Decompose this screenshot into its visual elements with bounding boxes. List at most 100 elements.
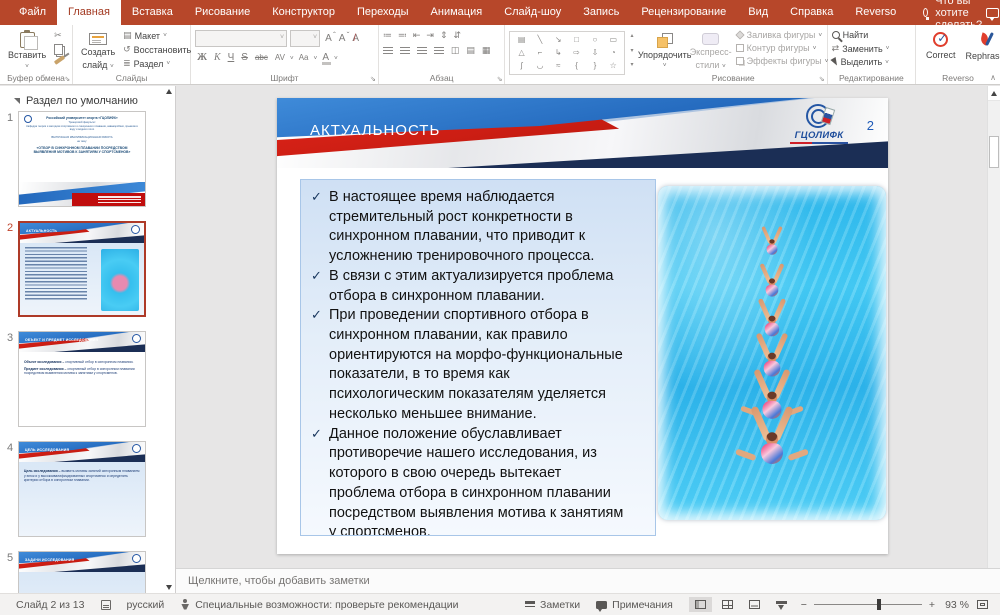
shape-block-arc-icon[interactable]: ◔ [611, 49, 616, 57]
clipboard-dialog-launcher[interactable]: ⇘ [64, 75, 70, 83]
tab-record[interactable]: Запись [572, 0, 630, 25]
font-dialog-launcher[interactable]: ⇘ [370, 75, 376, 83]
language-status[interactable]: русский [119, 599, 173, 611]
slide-thumbnail-3[interactable]: ОБЪЕКТ И ПРЕДМЕТ ИССЛЕДОВАНИЯ Объект исс… [18, 331, 146, 427]
shapes-gallery-more-icon[interactable]: ▾ [630, 61, 633, 68]
drawing-dialog-launcher[interactable]: ⇘ [819, 75, 825, 83]
shape-outline-button[interactable]: Контур фигуры˅ [736, 43, 829, 53]
shape-right-arrow-icon[interactable]: ⇨ [573, 49, 580, 57]
slide-title[interactable]: АКТУАЛЬНОСТЬ [310, 122, 440, 139]
slideshow-view-button[interactable] [770, 598, 793, 612]
select-button[interactable]: Выделить˅ [832, 57, 890, 67]
slide-thumbnail-5[interactable]: ЗАДАЧИ ИССЛЕДОВАНИЯ [18, 551, 146, 593]
section-header[interactable]: Раздел по умолчанию [0, 86, 175, 111]
bold-icon[interactable]: Ж [195, 51, 209, 65]
tab-file[interactable]: Файл [8, 0, 57, 25]
cut-icon[interactable]: ✂ [54, 30, 65, 41]
shape-arc-icon[interactable]: ◡ [536, 62, 543, 70]
tab-review[interactable]: Рецензирование [630, 0, 737, 25]
canvas-scrollbar[interactable] [987, 86, 1000, 568]
scroll-down-icon[interactable] [166, 585, 172, 590]
tab-view[interactable]: Вид [737, 0, 779, 25]
font-size-combobox[interactable] [290, 30, 320, 47]
paragraph-dialog-launcher[interactable]: ⇘ [497, 75, 503, 83]
zoom-slider[interactable] [814, 604, 922, 605]
tab-reverso[interactable]: Reverso [844, 0, 907, 25]
text-shadow-icon[interactable]: abc [253, 51, 270, 65]
zoom-out-icon[interactable]: − [801, 599, 807, 611]
align-left-icon[interactable] [383, 47, 393, 55]
slide-thumbnail-4[interactable]: ЦЕЛЬ ИССЛЕДОВАНИЯ Цель исследования – вы… [18, 441, 146, 537]
columns-icon[interactable]: ◫ [451, 45, 460, 56]
tab-help[interactable]: Справка [779, 0, 844, 25]
font-color-icon[interactable]: А [320, 51, 331, 65]
scroll-up-icon[interactable] [166, 89, 172, 94]
shape-fill-button[interactable]: Заливка фигуры˅ [736, 30, 829, 40]
collapse-ribbon-icon[interactable]: ∧ [990, 73, 996, 82]
scroll-up-button[interactable] [988, 86, 1000, 101]
format-painter-icon[interactable] [54, 55, 65, 65]
scrollbar-thumb[interactable] [989, 136, 999, 168]
align-text-icon[interactable]: ▤ [466, 45, 475, 56]
shrink-font-icon[interactable]: А [337, 32, 348, 46]
line-spacing-icon[interactable]: ⇕ [440, 30, 448, 41]
notes-pane[interactable]: Щелкните, чтобы добавить заметки [176, 568, 1000, 593]
clear-formatting-icon[interactable]: А [350, 32, 361, 46]
character-spacing-icon[interactable]: AV [273, 51, 287, 65]
underline-icon[interactable]: Ч [226, 51, 237, 65]
shape-right-brace-icon[interactable]: } [594, 62, 597, 70]
shape-line-icon[interactable]: ╲ [538, 36, 543, 44]
shape-arrow-icon[interactable]: ↘ [555, 36, 562, 44]
change-case-icon[interactable]: Aa [297, 51, 311, 65]
thumbnails-scrollbar[interactable] [162, 86, 175, 593]
shape-rounded-rect-icon[interactable]: ▭ [609, 36, 617, 44]
decrease-indent-icon[interactable]: ⇤ [413, 30, 421, 41]
font-name-combobox[interactable] [195, 30, 287, 47]
zoom-slider-thumb[interactable] [877, 599, 881, 610]
new-slide-button[interactable]: Создать слайд ˅ [77, 28, 119, 72]
arrange-button[interactable]: Упорядочить ˅ [644, 28, 686, 72]
fit-slide-to-window-icon[interactable] [977, 600, 988, 609]
justify-icon[interactable] [434, 47, 444, 55]
tab-transitions[interactable]: Переходы [346, 0, 420, 25]
tab-slideshow[interactable]: Слайд-шоу [493, 0, 572, 25]
shapes-gallery-box[interactable]: ▤ ╲ ↘ □ ○ ▭ △ ⌐ ↳ ⇨ ⇩ ◔ ʃ ◡ ≈ { } ☆ [509, 31, 625, 75]
reading-view-button[interactable] [743, 597, 766, 612]
increase-indent-icon[interactable]: ⇥ [426, 30, 434, 41]
spellcheck-status[interactable] [93, 600, 119, 610]
bullets-icon[interactable]: ≔ [383, 30, 392, 41]
shapes-scroll-up-icon[interactable]: ▴ [630, 32, 633, 39]
align-right-icon[interactable] [417, 47, 427, 55]
shape-down-arrow-icon[interactable]: ⇩ [592, 49, 599, 57]
feedback-comment-icon[interactable] [986, 8, 999, 18]
find-button[interactable]: Найти [832, 30, 890, 40]
shape-elbow-arrow-icon[interactable]: ↳ [555, 49, 562, 57]
italic-icon[interactable]: К [212, 51, 223, 65]
quick-styles-button[interactable]: Экспресс- стили ˅ [690, 28, 732, 72]
slide-thumbnail-2-selected[interactable]: АКТУАЛЬНОСТЬ [18, 221, 146, 317]
reverso-correct-button[interactable]: ✓ Correct [926, 30, 956, 72]
shape-star-icon[interactable]: ☆ [610, 62, 617, 70]
notes-toggle-button[interactable]: Заметки [517, 599, 588, 611]
normal-view-button[interactable] [689, 597, 712, 612]
reverso-rephraser-button[interactable]: Rephraser [966, 30, 1000, 72]
numbering-icon[interactable]: ≕ [398, 30, 407, 41]
text-direction-icon[interactable]: ⇵ [453, 30, 461, 41]
shape-textbox-icon[interactable]: ▤ [518, 36, 526, 44]
shape-freeform-icon[interactable]: ʃ [521, 62, 523, 70]
tab-draw[interactable]: Рисование [184, 0, 261, 25]
replace-button[interactable]: ⇄ Заменить˅ [832, 43, 890, 54]
shape-oval-icon[interactable]: ○ [593, 36, 598, 44]
shape-effects-button[interactable]: Эффекты фигуры˅ [736, 56, 829, 66]
slide-counter[interactable]: Слайд 2 из 13 [8, 599, 93, 611]
tell-me-search[interactable]: Что вы хотите сделать? [923, 0, 986, 25]
slide-body-text[interactable]: ✓ В настоящее время наблюдается стремите… [300, 179, 656, 536]
shape-curve-icon[interactable]: ≈ [556, 62, 560, 70]
synchronized-swimming-photo[interactable] [658, 186, 886, 520]
shape-rectangle-icon[interactable]: □ [574, 36, 579, 44]
smartart-convert-icon[interactable]: ▦ [482, 45, 491, 56]
shapes-scroll-down-icon[interactable]: ▾ [630, 47, 633, 54]
section-button[interactable]: ≣ Раздел˅ [123, 58, 191, 69]
reset-button[interactable]: ↺ Восстановить [123, 44, 191, 55]
shape-triangle-icon[interactable]: △ [519, 49, 525, 57]
